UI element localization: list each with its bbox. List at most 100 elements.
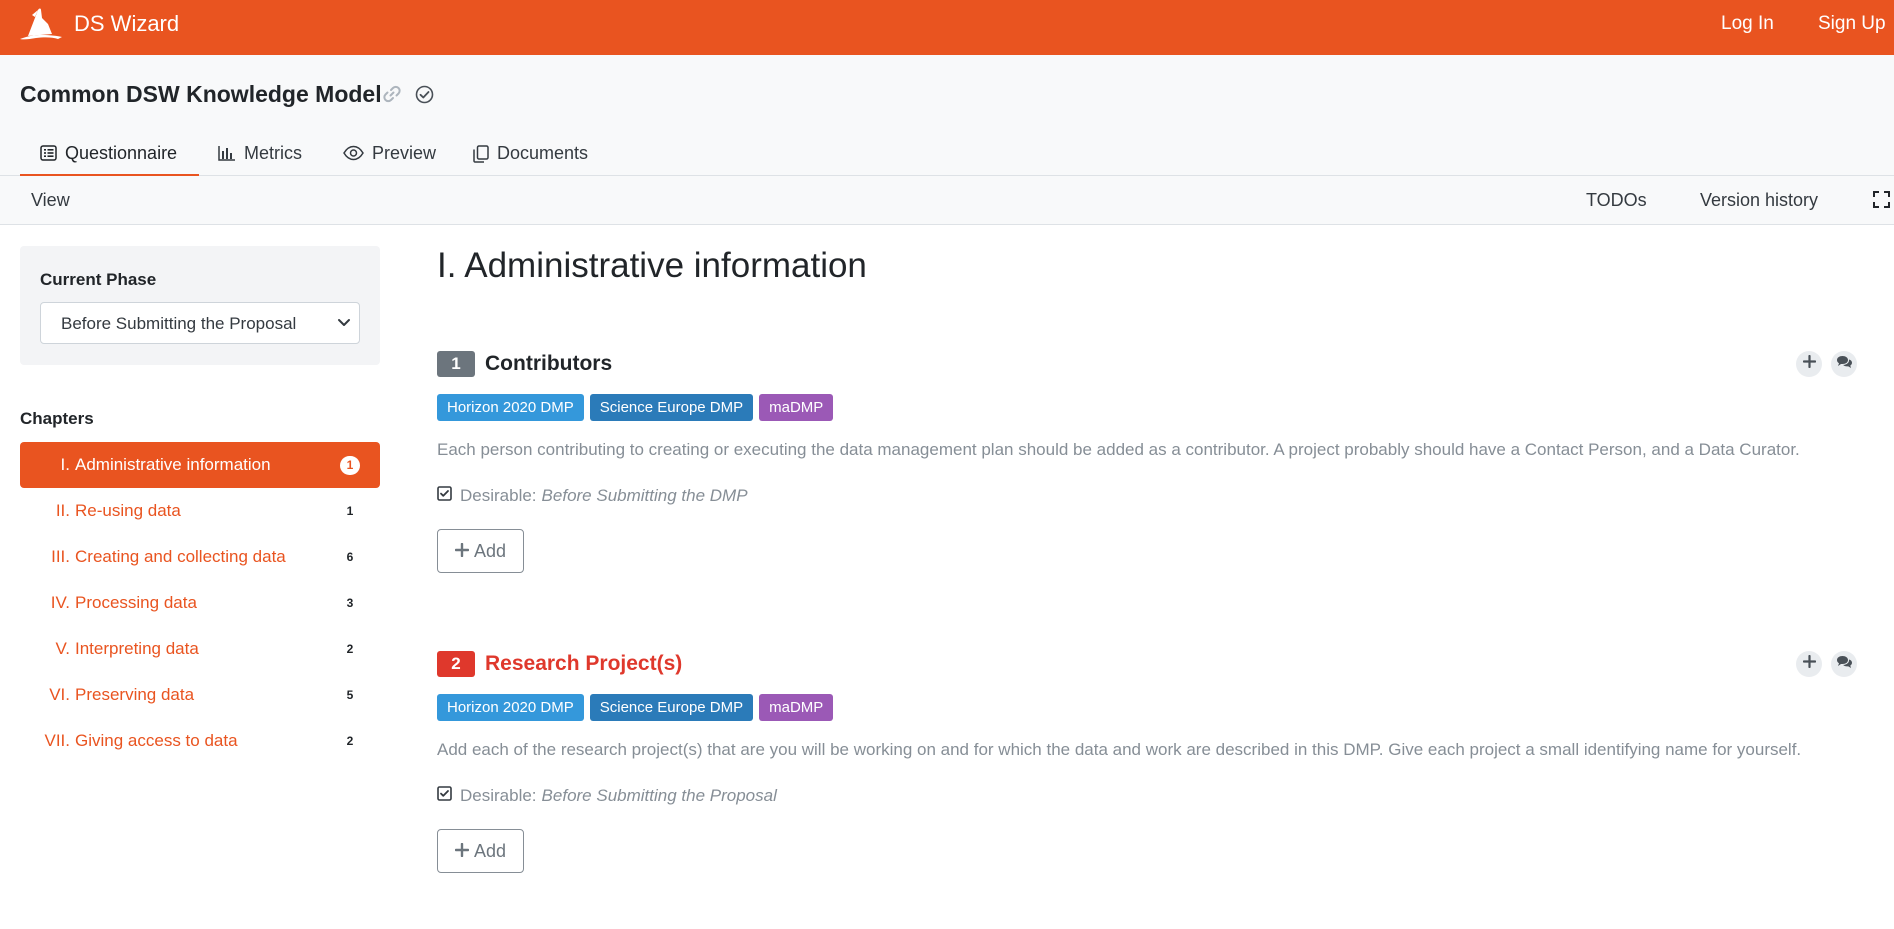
current-phase-panel: Current Phase Before Submitting the Prop…	[20, 246, 380, 365]
question-description: Add each of the research project(s) that…	[437, 740, 1802, 759]
tag-horizon-2020-dmp: Horizon 2020 DMP	[437, 694, 584, 721]
check-circle-icon[interactable]	[415, 85, 434, 109]
tag-science-europe-dmp: Science Europe DMP	[589, 694, 754, 721]
version-history-button[interactable]: Version history	[1700, 190, 1818, 211]
wizard-hat-icon	[18, 6, 64, 42]
chapter-item-giving-access-to-data[interactable]: VII. Giving access to data 2	[20, 718, 380, 764]
add-todo-button[interactable]	[1796, 651, 1822, 677]
comments-icon	[1836, 655, 1853, 674]
plus-icon	[454, 541, 474, 562]
chapter-number: II.	[55, 501, 70, 520]
chapter-number: III.	[51, 547, 70, 566]
question-tags: Horizon 2020 DMP Science Europe DMP maDM…	[437, 694, 839, 721]
question-actions	[1787, 651, 1857, 677]
tab-metrics[interactable]: Metrics	[218, 143, 302, 176]
chapter-item-creating-and-collecting-data[interactable]: III. Creating and collecting data 6	[20, 534, 380, 580]
expand-icon[interactable]	[1873, 191, 1890, 213]
current-phase-label: Current Phase	[40, 270, 157, 289]
brand-link[interactable]: DS Wizard	[18, 6, 179, 42]
copy-icon	[473, 143, 497, 168]
question-header: 1 Contributors	[437, 351, 612, 377]
question-header: 2 Research Project(s)	[437, 651, 682, 677]
question-desirable: Desirable: Before Submitting the Proposa…	[437, 786, 777, 806]
tag-horizon-2020-dmp: Horizon 2020 DMP	[437, 394, 584, 421]
desirable-label: Desirable:	[460, 486, 537, 505]
chapter-label: Re-using data	[75, 501, 181, 520]
chapter-item-administrative-information[interactable]: I. Administrative information 1	[20, 442, 380, 488]
chapter-item-interpreting-data[interactable]: V. Interpreting data 2	[20, 626, 380, 672]
question-tags: Horizon 2020 DMP Science Europe DMP maDM…	[437, 394, 839, 421]
chapter-number: VI.	[49, 685, 70, 704]
comments-icon	[1836, 355, 1853, 374]
link-icon[interactable]	[383, 85, 401, 108]
chapter-item-re-using-data[interactable]: II. Re-using data 1	[20, 488, 380, 534]
desirable-phase: Before Submitting the DMP	[541, 486, 748, 505]
question-research-projects: 2 Research Project(s) Horizon 2020 DMP S…	[437, 651, 1857, 881]
chapters-heading: Chapters	[20, 409, 94, 428]
chapter-count-badge: 6	[340, 548, 360, 567]
add-research-project-button[interactable]: Add	[437, 829, 524, 873]
project-header: Common DSW Knowledge Model Questionnaire…	[0, 55, 1894, 176]
chapter-item-processing-data[interactable]: IV. Processing data 3	[20, 580, 380, 626]
question-actions	[1787, 351, 1857, 377]
project-title: Common DSW Knowledge Model	[20, 81, 382, 107]
desirable-label: Desirable:	[460, 786, 537, 805]
tab-label: Questionnaire	[65, 143, 178, 163]
tag-madmp: maDMP	[759, 694, 834, 721]
signup-link[interactable]: Sign Up	[1818, 13, 1886, 35]
eye-icon	[343, 143, 372, 166]
tab-label: Metrics	[244, 143, 302, 163]
plus-icon	[454, 841, 474, 862]
bar-chart-icon	[218, 143, 244, 166]
add-contributor-button[interactable]: Add	[437, 529, 524, 573]
chapter-label: Administrative information	[75, 455, 271, 474]
tab-documents[interactable]: Documents	[473, 143, 588, 176]
top-navbar: DS Wizard Log In Sign Up	[0, 0, 1894, 55]
chapter-label: Creating and collecting data	[75, 547, 286, 566]
chapter-count-badge: 2	[340, 640, 360, 659]
plus-icon	[1802, 354, 1816, 373]
comments-button[interactable]	[1831, 651, 1857, 677]
question-number-badge: 1	[437, 351, 475, 377]
question-number-badge: 2	[437, 651, 475, 677]
brand-name: DS Wizard	[74, 11, 180, 36]
tag-science-europe-dmp: Science Europe DMP	[589, 394, 754, 421]
add-todo-button[interactable]	[1796, 351, 1822, 377]
phase-select[interactable]: Before Submitting the Proposal	[40, 302, 360, 344]
plus-icon	[1802, 654, 1816, 673]
tab-preview[interactable]: Preview	[343, 143, 436, 176]
questionnaire-toolbar: View TODOs Version history	[0, 176, 1894, 225]
chapter-number: I.	[60, 455, 70, 474]
tag-madmp: maDMP	[759, 394, 834, 421]
chapter-number: IV.	[50, 593, 70, 612]
chapter-number: VII.	[44, 731, 70, 750]
question-contributors: 1 Contributors Horizon 2020 DMP Science …	[437, 351, 1857, 581]
question-desirable: Desirable: Before Submitting the DMP	[437, 486, 748, 506]
check-square-icon	[437, 786, 460, 806]
view-menu[interactable]: View	[31, 190, 70, 211]
question-title: Research Project(s)	[485, 652, 683, 675]
chapter-label: Processing data	[75, 593, 197, 612]
chapter-title: I. Administrative information	[437, 246, 867, 285]
tab-label: Documents	[497, 143, 589, 163]
chapter-count-badge: 1	[340, 502, 360, 521]
chapter-label: Preserving data	[75, 685, 195, 704]
chapter-item-preserving-data[interactable]: VI. Preserving data 5	[20, 672, 380, 718]
chapter-count-badge: 2	[340, 732, 360, 751]
list-icon	[40, 143, 65, 166]
comments-button[interactable]	[1831, 351, 1857, 377]
phase-select-value: Before Submitting the Proposal	[61, 314, 297, 333]
check-square-icon	[437, 486, 460, 506]
chapter-count-badge: 3	[340, 594, 360, 613]
tab-questionnaire[interactable]: Questionnaire	[20, 143, 199, 176]
chapter-number: V.	[55, 639, 70, 658]
desirable-phase: Before Submitting the Proposal	[541, 786, 777, 805]
todos-button[interactable]: TODOs	[1586, 190, 1647, 211]
chapter-count-badge: 5	[340, 686, 360, 705]
question-title: Contributors	[485, 352, 613, 375]
add-button-label: Add	[473, 840, 507, 861]
chapter-count-badge: 1	[340, 456, 360, 475]
question-description: Each person contributing to creating or …	[437, 440, 1800, 459]
chapter-label: Interpreting data	[75, 639, 199, 658]
login-link[interactable]: Log In	[1721, 13, 1774, 35]
